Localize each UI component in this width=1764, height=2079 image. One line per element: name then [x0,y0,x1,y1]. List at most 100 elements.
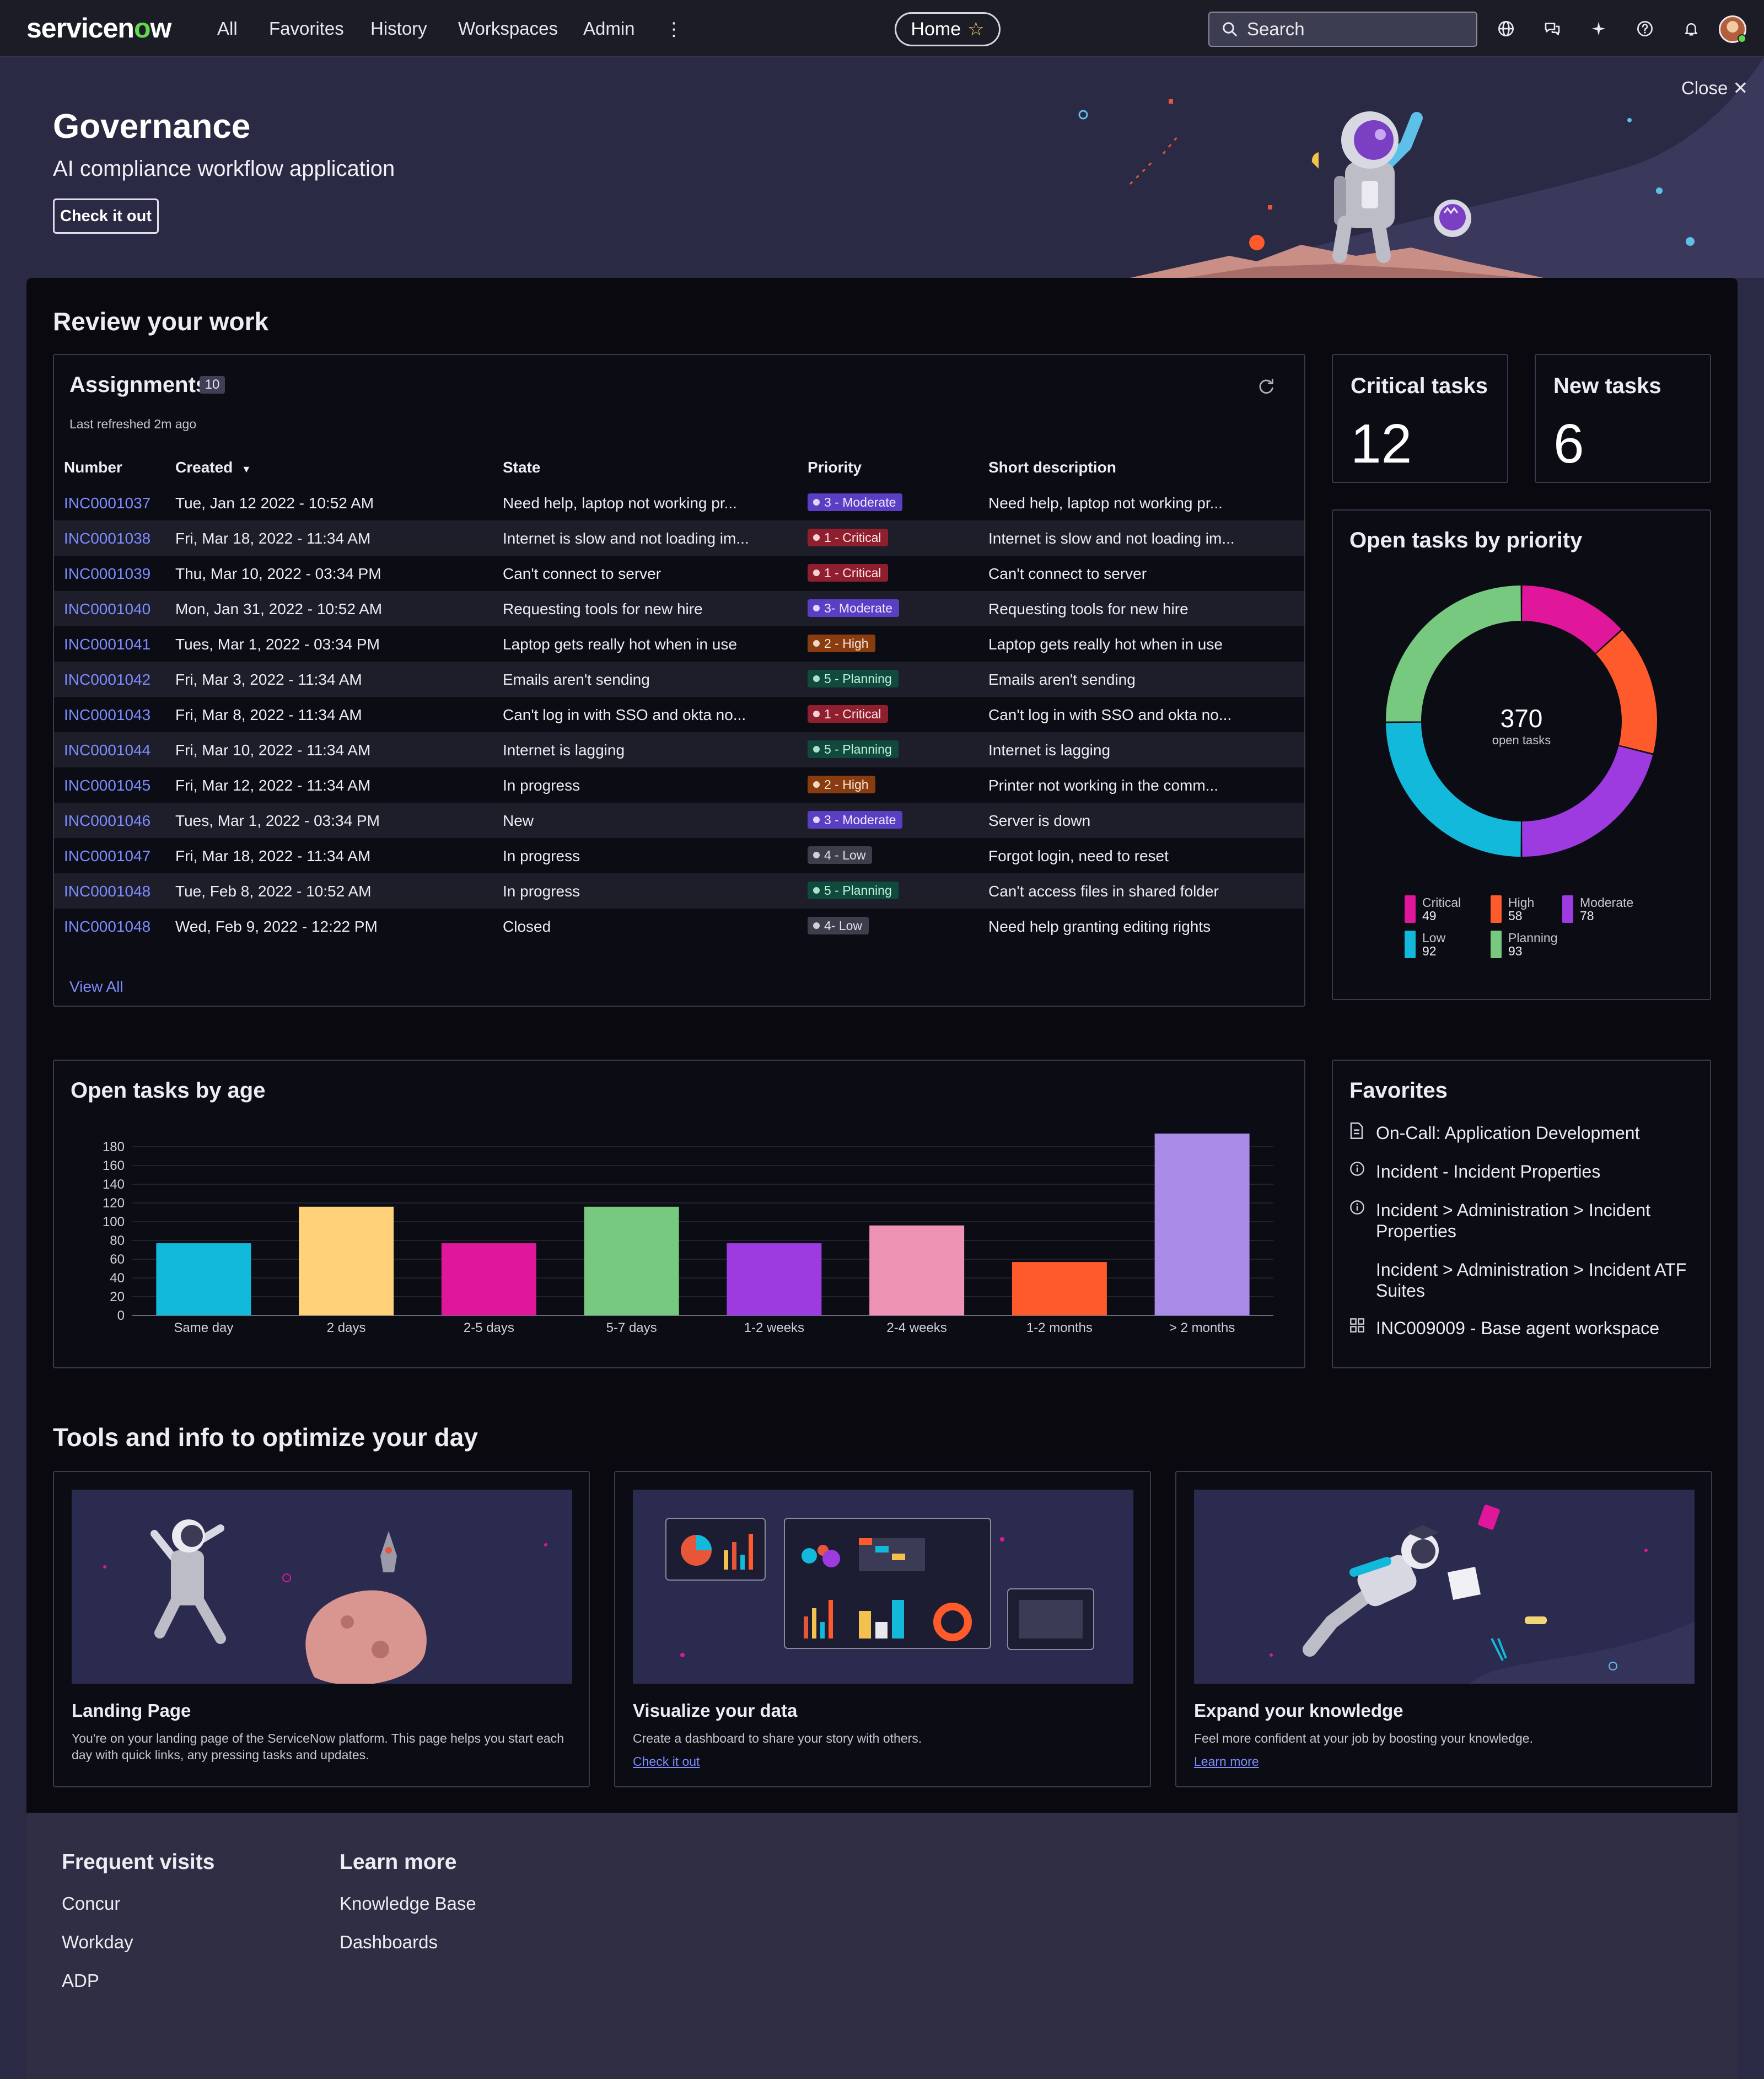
critical-tasks-card[interactable]: Critical tasks 12 [1332,354,1508,483]
table-row[interactable]: INC0001046 Tues, Mar 1, 2022 - 03:34 PM Ne… [54,803,1304,838]
favorite-label: On-Call: Application Development [1376,1123,1640,1143]
donut-slice-planning[interactable] [1386,585,1521,722]
nav-workspaces[interactable]: Workspaces [458,18,558,39]
incident-number-link[interactable]: INC0001044 [64,742,150,759]
learn-more-link[interactable]: Learn more [1194,1754,1259,1769]
bar-7[interactable] [1154,1133,1250,1315]
column-header-short-description[interactable]: Short description [988,459,1116,476]
notification-bell-icon[interactable] [1679,17,1703,41]
favorite-item[interactable]: Incident > Administration > Incident Pro… [1349,1200,1702,1242]
incident-number-link[interactable]: INC0001038 [64,530,150,547]
x-tick-label: 1-2 months [1026,1320,1093,1335]
short-description-cell: Need help, laptop not working pr... [988,495,1223,512]
favorite-item[interactable]: Incident > Administration > Incident ATF… [1349,1259,1702,1301]
table-row[interactable]: INC0001037 Tue, Jan 12 2022 - 10:52 AM Nee… [54,485,1304,520]
nav-favorites[interactable]: Favorites [269,18,344,39]
priority-badge: 4 - Low [808,846,873,864]
home-button[interactable]: Home ☆ [895,12,1001,46]
footer-link-knowledge-base[interactable]: Knowledge Base [340,1893,476,1914]
hero-check-it-out-button[interactable]: Check it out [53,198,159,234]
new-tasks-card[interactable]: New tasks 6 [1535,354,1711,483]
tool-card-title: Landing Page [72,1700,191,1721]
column-header-priority[interactable]: Priority [808,459,862,476]
table-row[interactable]: INC0001047 Fri, Mar 18, 2022 - 11:34 AM In… [54,838,1304,873]
state-cell: In progress [503,847,580,864]
critical-tasks-value: 12 [1351,413,1412,475]
incident-number-link[interactable]: INC0001048 [64,883,150,900]
column-header-state[interactable]: State [503,459,540,476]
sparkle-icon[interactable] [1586,17,1611,41]
check-it-out-link[interactable]: Check it out [633,1754,700,1769]
table-row[interactable]: INC0001041 Tues, Mar 1, 2022 - 03:34 PM La… [54,626,1304,662]
legend-value: 49 [1422,909,1437,923]
favorite-item[interactable]: On-Call: Application Development [1349,1122,1702,1143]
top-navigation-bar: servicenow All Favorites History Workspa… [0,0,1764,57]
close-banner-button[interactable]: Close ✕ [1681,77,1748,99]
state-cell: In progress [503,883,580,900]
incident-number-link[interactable]: INC0001040 [64,600,150,618]
bar-0[interactable] [156,1243,251,1315]
nav-history[interactable]: History [370,18,427,39]
favorite-label: Incident - Incident Properties [1376,1162,1601,1181]
table-row[interactable]: INC0001044 Fri, Mar 10, 2022 - 11:34 AM In… [54,732,1304,767]
incident-number-link[interactable]: INC0001043 [64,706,150,724]
short-description-cell: Internet is lagging [988,742,1111,759]
incident-number-link[interactable]: INC0001047 [64,847,150,865]
incident-number-link[interactable]: INC0001042 [64,671,150,689]
table-row[interactable]: INC0001048 Tue, Feb 8, 2022 - 10:52 AM In … [54,873,1304,909]
review-section-title: Review your work [53,307,269,336]
table-row[interactable]: INC0001038 Fri, Mar 18, 2022 - 11:34 AM In… [54,520,1304,556]
star-icon[interactable]: ☆ [967,18,984,40]
nav-all[interactable]: All [217,18,238,39]
bar-3[interactable] [584,1206,679,1315]
y-tick-label: 0 [117,1308,125,1323]
incident-number-link[interactable]: INC0001039 [64,565,150,583]
short-description-cell: Can't connect to server [988,565,1147,582]
footer-link-concur[interactable]: Concur [62,1893,120,1914]
servicenow-logo[interactable]: servicenow [26,12,171,44]
frequent-visits-title: Frequent visits [62,1850,215,1874]
bar-6[interactable] [1012,1262,1107,1315]
priority-badge: 5 - Planning [808,670,899,687]
incident-number-link[interactable]: INC0001037 [64,495,150,512]
nav-admin[interactable]: Admin [583,18,635,39]
footer-link-workday[interactable]: Workday [62,1932,133,1953]
table-row[interactable]: INC0001048 Wed, Feb 9, 2022 - 12:22 PM Clo… [54,909,1304,944]
table-row[interactable]: INC0001043 Fri, Mar 8, 2022 - 11:34 AM Can… [54,697,1304,732]
bar-2[interactable] [441,1243,536,1315]
bar-5[interactable] [869,1225,965,1315]
donut-slice-critical[interactable] [1522,585,1621,653]
refresh-icon[interactable] [1257,377,1276,401]
table-row[interactable]: INC0001039 Thu, Mar 10, 2022 - 03:34 PM Ca… [54,556,1304,591]
info-icon [1349,1161,1366,1182]
footer-link-dashboards[interactable]: Dashboards [340,1932,438,1953]
table-row[interactable]: INC0001042 Fri, Mar 3, 2022 - 11:34 AM Ema… [54,662,1304,697]
footer: Frequent visits Concur Workday ADP Learn… [26,1813,1738,2079]
short-description-cell: Server is down [988,812,1091,829]
table-row[interactable]: INC0001040 Mon, Jan 31, 2022 - 10:52 AM Re… [54,591,1304,626]
tool-card-visualize-data[interactable]: Visualize your data Create a dashboard t… [614,1471,1151,1787]
incident-number-link[interactable]: INC0001041 [64,636,150,653]
chat-icon[interactable] [1540,17,1564,41]
y-tick-label: 120 [103,1196,125,1211]
incident-number-link[interactable]: INC0001046 [64,812,150,830]
tool-card-expand-knowledge[interactable]: Expand your knowledge Feel more confiden… [1175,1471,1712,1787]
view-all-link[interactable]: View All [69,978,123,996]
bar-4[interactable] [727,1243,822,1315]
table-row[interactable]: INC0001045 Fri, Mar 12, 2022 - 11:34 AM In… [54,767,1304,803]
globe-icon[interactable] [1494,17,1518,41]
incident-number-link[interactable]: INC0001048 [64,918,150,936]
incident-number-link[interactable]: INC0001045 [64,777,150,794]
donut-slice-moderate[interactable] [1522,746,1653,857]
column-header-created[interactable]: Created ▼ [175,459,251,476]
footer-link-adp[interactable]: ADP [62,1970,99,1991]
favorite-item[interactable]: INC009009 - Base agent workspace [1349,1318,1702,1339]
help-icon[interactable] [1633,17,1657,41]
bar-1[interactable] [299,1206,394,1315]
column-header-number[interactable]: Number [64,459,122,476]
more-menu-icon[interactable]: ⋮ [665,18,683,40]
favorite-item[interactable]: Incident - Incident Properties [1349,1161,1702,1182]
search-input[interactable]: Search [1208,12,1477,47]
search-placeholder: Search [1247,19,1305,39]
tool-card-landing-page[interactable]: Landing Page You're on your landing page… [53,1471,590,1787]
